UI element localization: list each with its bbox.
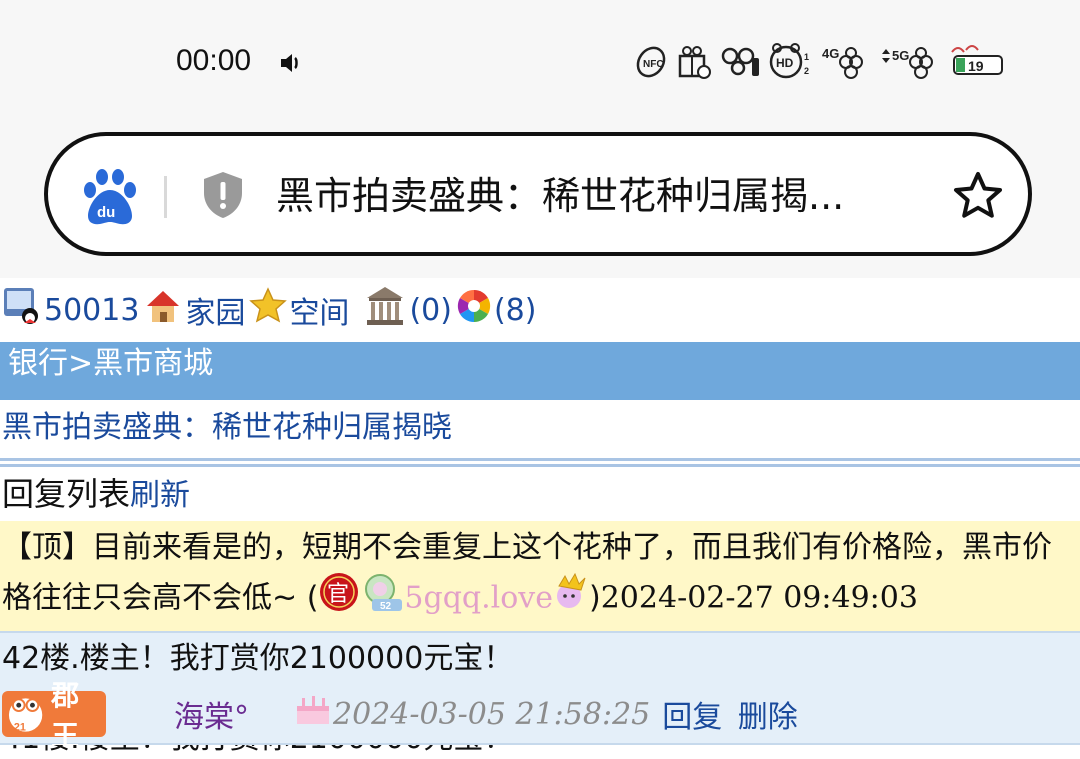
cake-icon [293, 690, 333, 738]
address-divider [164, 176, 167, 218]
nav-messages[interactable]: (8) [456, 288, 537, 332]
svg-text:5G: 5G [892, 48, 909, 63]
svg-text:4G: 4G [822, 46, 839, 61]
browser-toolbar: du 黑市拍卖盛典：稀世花种归属揭... [0, 120, 1080, 278]
close-paren: ) [589, 580, 601, 616]
next-reply-peek: 41楼.楼主！我打赏你2100000元宝！ [0, 745, 1080, 759]
nfc-icon: NFC [634, 42, 668, 80]
home-link[interactable]: 家园 [185, 288, 245, 332]
reply-datetime: 2024-03-05 21:58:25 [333, 696, 651, 732]
pinned-username-link[interactable]: 5gqq.love [404, 581, 553, 616]
reply-text: 42楼.楼主！我打赏你2100000元宝！ [2, 641, 514, 676]
nav-space[interactable]: 空间 [249, 287, 349, 333]
svg-text:1: 1 [804, 52, 809, 62]
svg-text:HD: HD [776, 56, 794, 70]
status-bar: 00:00 NFC HD 1 2 4G 5G 19 [0, 0, 1080, 120]
shield-icon[interactable] [200, 170, 246, 224]
svg-text:NFC: NFC [643, 59, 664, 70]
nav-home[interactable]: 家园 [143, 286, 245, 334]
nav-user[interactable]: 50013 [2, 286, 139, 334]
status-icons: NFC HD 1 2 4G 5G 19 [634, 42, 1008, 80]
reply-list-header: 回复列表刷新 [0, 467, 1080, 521]
rank-badge: 21 郡王 [2, 679, 106, 752]
top-nav: 50013 家园 空间 (0) (8) [0, 278, 1080, 342]
svg-text:官: 官 [327, 582, 349, 607]
reply-username-link[interactable]: 海棠° [174, 692, 249, 736]
address-title[interactable]: 黑市拍卖盛典：稀世花种归属揭... [276, 172, 896, 220]
page-content: 50013 家园 空间 (0) (8) 银行>黑市商城 黑市拍卖盛典：稀世花种归… [0, 278, 1080, 759]
level-badge-icon: 52 [360, 571, 404, 627]
space-link[interactable]: 空间 [289, 288, 349, 332]
network-5g-icon: 5G [878, 42, 940, 80]
svg-text:2: 2 [804, 66, 809, 76]
official-badge-icon: 官 [318, 571, 360, 627]
sound-icon [278, 50, 304, 80]
bow-icon [720, 42, 760, 80]
battery-icon: 19 [948, 42, 1008, 80]
house-icon [143, 286, 183, 334]
gift-icon [676, 42, 712, 80]
status-time: 00:00 [176, 44, 252, 77]
svg-text:du: du [97, 204, 115, 221]
svg-text:19: 19 [968, 58, 984, 74]
pinned-tag: 【顶】 [2, 530, 92, 565]
divider [0, 458, 1080, 467]
crown-icon [553, 572, 589, 626]
reply-meta: 21 郡王 海棠° 2024-03-05 21:58:25 回复 删除 [2, 679, 1078, 752]
bank-count-link[interactable]: (0) [409, 293, 452, 328]
next-reply-text: 41楼.楼主！我打赏你2100000元宝！ [2, 745, 513, 756]
open-paren: ( [306, 580, 319, 616]
post-title[interactable]: 黑市拍卖盛典：稀世花种归属揭晓 [0, 400, 1080, 458]
hd-icon: HD 1 2 [768, 42, 812, 80]
user-id-link[interactable]: 50013 [44, 293, 139, 328]
bank-building-icon [363, 284, 407, 336]
bookmark-star-icon[interactable] [952, 170, 1004, 226]
pinned-reply: 【顶】目前来看是的，短期不会重复上这个花种了，而且我们有价格险，黑市价格往往只会… [0, 521, 1080, 633]
refresh-link[interactable]: 刷新 [130, 478, 190, 513]
reply-list-label: 回复列表 [2, 475, 131, 513]
reply-item: 42楼.楼主！我打赏你2100000元宝！ 21 郡王 海棠° 2024-03-… [0, 633, 1080, 752]
qq-user-icon [2, 286, 42, 334]
baidu-paw-icon[interactable]: du [82, 168, 138, 230]
messages-count-link[interactable]: (8) [494, 293, 537, 328]
color-wheel-icon [456, 288, 492, 332]
nav-bank[interactable]: (0) [363, 284, 452, 336]
reply-button[interactable]: 回复 [662, 700, 722, 735]
reply-actions: 回复 删除 [662, 692, 798, 736]
star-icon [249, 287, 288, 333]
address-bar[interactable]: du 黑市拍卖盛典：稀世花种归属揭... [44, 132, 1032, 256]
svg-text:21: 21 [14, 722, 26, 734]
network-4g-icon: 4G [820, 42, 870, 80]
breadcrumb[interactable]: 银行>黑市商城 [0, 342, 1080, 400]
rank-badge-label: 郡王 [51, 679, 80, 752]
pinned-datetime: 2024-02-27 09:49:03 [600, 580, 918, 616]
delete-button[interactable]: 删除 [738, 700, 798, 735]
svg-text:52: 52 [380, 601, 392, 612]
